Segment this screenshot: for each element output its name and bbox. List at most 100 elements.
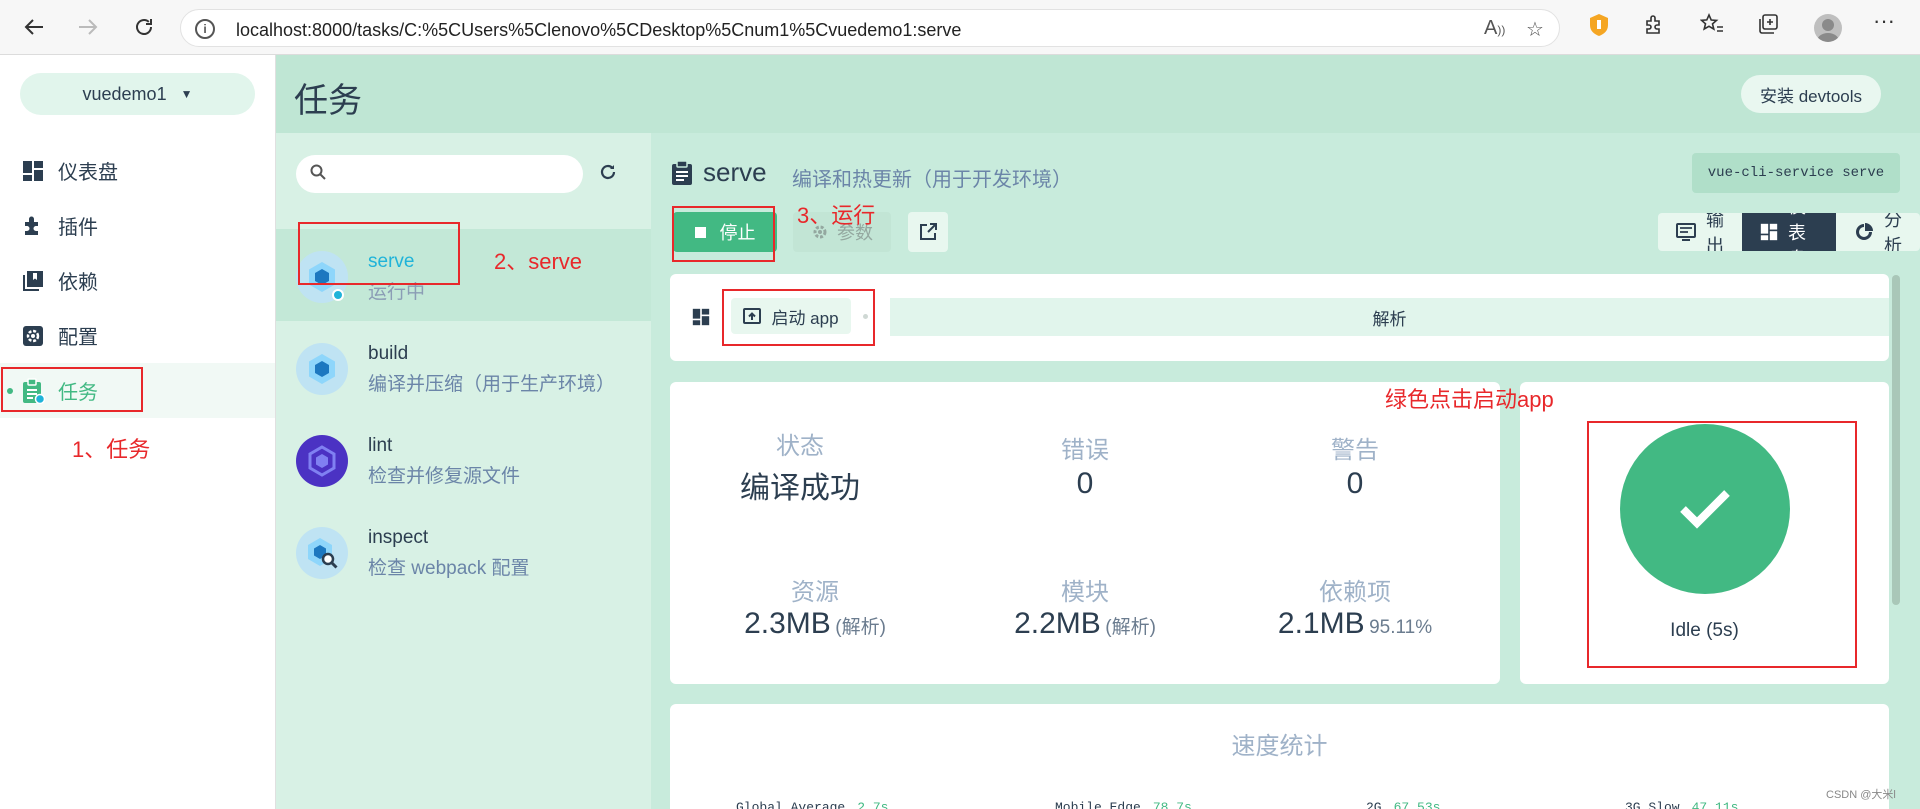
webpack-cube-icon — [296, 343, 348, 395]
task-description: 检查 webpack 配置 — [368, 558, 530, 579]
annotation-text: 绿色点击启动app — [1385, 387, 1554, 412]
command-badge: vue-cli-service serve — [1692, 153, 1900, 193]
running-indicator — [332, 289, 344, 301]
stat-sub: 95.11% — [1369, 617, 1433, 638]
dashboard-icon — [1760, 223, 1778, 241]
stat-value: 0 — [1076, 467, 1094, 500]
eslint-icon — [296, 435, 348, 487]
detail-title: serve — [671, 157, 767, 188]
stat-label: 错误 — [1061, 437, 1109, 464]
speed-title: 速度统计 — [1231, 733, 1328, 760]
browser-toolbar: i localhost:8000/tasks/C:%5CUsers%5Cleno… — [0, 0, 1920, 55]
sidebar-item-label: 依赖 — [58, 272, 98, 294]
stat-value: 2.1MB — [1277, 607, 1365, 640]
clipboard-icon — [671, 159, 693, 186]
search-input[interactable] — [336, 161, 571, 187]
stat-errors: 错误 0 — [955, 430, 1215, 501]
terminal-icon — [1676, 223, 1696, 241]
favorites-icon[interactable] — [1699, 13, 1724, 41]
task-search — [296, 155, 583, 193]
puzzle-icon — [20, 213, 46, 239]
speed-label: Global Average — [736, 800, 846, 809]
sidebar-item-label: 插件 — [58, 217, 98, 239]
page-title: 任务 — [294, 82, 362, 120]
info-icon[interactable]: i — [195, 19, 215, 39]
inspect-icon — [296, 527, 348, 579]
shield-extension-icon[interactable] — [1588, 13, 1610, 43]
sidebar-item-dashboard[interactable]: 仪表盘 — [0, 143, 275, 198]
annotation-box-run — [672, 206, 775, 262]
favorite-add-icon[interactable]: ☆ — [1526, 17, 1544, 42]
caret-down-icon: ▼ — [180, 87, 193, 101]
speed-value: 2.7s — [857, 800, 889, 809]
stat-label: 依赖项 — [1319, 579, 1391, 606]
scrollbar[interactable] — [1892, 275, 1900, 605]
build-stats-card: 状态 编译成功 错误 0 警告 0 资源 2.3MB (解析) 模块 2.2MB… — [670, 382, 1500, 684]
task-item-lint[interactable]: lint 检查并修复源文件 — [276, 413, 651, 505]
stat-dependencies: 依赖项 2.1MB 95.11% — [1225, 572, 1485, 641]
stat-warnings: 警告 0 — [1225, 430, 1485, 501]
gear-icon — [20, 323, 46, 349]
speed-value: 47.11s — [1691, 800, 1739, 809]
search-icon — [310, 164, 326, 185]
stat-status: 状态 编译成功 — [670, 426, 930, 507]
open-external-button[interactable] — [908, 212, 948, 252]
view-tabs: 输出 仪表盘 分析 — [1658, 213, 1920, 251]
annotation-text: 1、任务 — [72, 437, 151, 462]
project-selector[interactable]: vuedemo1 ▼ — [20, 73, 255, 115]
stat-value: 0 — [1346, 467, 1364, 500]
task-item-inspect[interactable]: inspect 检查 webpack 配置 — [276, 505, 651, 597]
task-item-build[interactable]: build 编译并压缩（用于生产环境） — [276, 321, 651, 413]
speed-value: 78.7s — [1152, 800, 1192, 809]
task-title: serve — [703, 157, 767, 187]
collections-icon[interactable] — [1757, 13, 1779, 41]
tab-output[interactable]: 输出 — [1658, 213, 1742, 251]
stat-label: 状态 — [776, 433, 824, 460]
speed-stats-card: 速度统计 Global Average 2.7s Mobile Edge 78.7s… — [670, 704, 1889, 809]
sidebar-item-plugins[interactable]: 插件 — [0, 198, 275, 253]
speed-value: 67.53s — [1393, 800, 1441, 809]
watermark: CSDN @大米l — [1826, 789, 1896, 801]
stat-sub: (解析) — [1105, 617, 1156, 638]
tab-analyze[interactable]: 分析 — [1836, 213, 1920, 251]
open-external-icon — [918, 222, 938, 242]
speed-label: 2G — [1366, 800, 1382, 809]
tab-label: 输出 — [1706, 213, 1724, 251]
annotation-box-status — [1587, 421, 1857, 668]
more-icon[interactable]: ··· — [1873, 8, 1895, 34]
dashboard-icon — [20, 158, 46, 184]
stat-label: 警告 — [1331, 437, 1379, 464]
analyze-toggle[interactable]: 解析 — [890, 298, 1889, 336]
url-text[interactable]: localhost:8000/tasks/C:%5CUsers%5Clenovo… — [236, 20, 961, 41]
widgets-icon[interactable] — [692, 308, 710, 331]
sidebar-item-dependencies[interactable]: 依赖 — [0, 253, 275, 308]
stat-value: 2.3MB — [744, 607, 831, 640]
extensions-icon[interactable] — [1643, 13, 1665, 41]
reload-icon[interactable] — [128, 11, 160, 43]
task-subtitle: 编译和热更新（用于开发环境） — [792, 169, 1072, 191]
back-icon[interactable] — [18, 11, 50, 43]
task-name: lint — [368, 435, 393, 456]
pie-icon — [1854, 222, 1874, 242]
task-description: 编译并压缩（用于生产环境） — [368, 374, 616, 395]
sidebar-item-label: 仪表盘 — [58, 162, 118, 184]
stat-modules: 模块 2.2MB (解析) — [955, 572, 1215, 641]
refresh-icon[interactable] — [599, 161, 617, 187]
task-name: build — [368, 343, 409, 364]
page-header: 任务 安装 devtools — [276, 55, 1920, 133]
annotation-box-serve — [298, 222, 460, 285]
read-aloud-icon[interactable]: A)) — [1484, 17, 1505, 40]
address-bar[interactable]: i localhost:8000/tasks/C:%5CUsers%5Cleno… — [180, 9, 1560, 47]
sidebar-item-config[interactable]: 配置 — [0, 308, 275, 363]
profile-avatar[interactable] — [1814, 14, 1842, 42]
tab-dashboard[interactable]: 仪表盘 — [1742, 213, 1836, 251]
speed-label: Mobile Edge — [1055, 800, 1141, 809]
speed-label: 3G Slow — [1625, 800, 1680, 809]
tab-label: 分析 — [1884, 213, 1902, 251]
speed-item: Global Average 2.7s — [736, 800, 888, 809]
task-name: inspect — [368, 527, 429, 548]
forward-icon[interactable] — [72, 11, 104, 43]
project-name: vuedemo1 — [82, 83, 167, 104]
annotation-text: 2、serve — [494, 249, 583, 274]
install-devtools-button[interactable]: 安装 devtools — [1741, 75, 1881, 113]
